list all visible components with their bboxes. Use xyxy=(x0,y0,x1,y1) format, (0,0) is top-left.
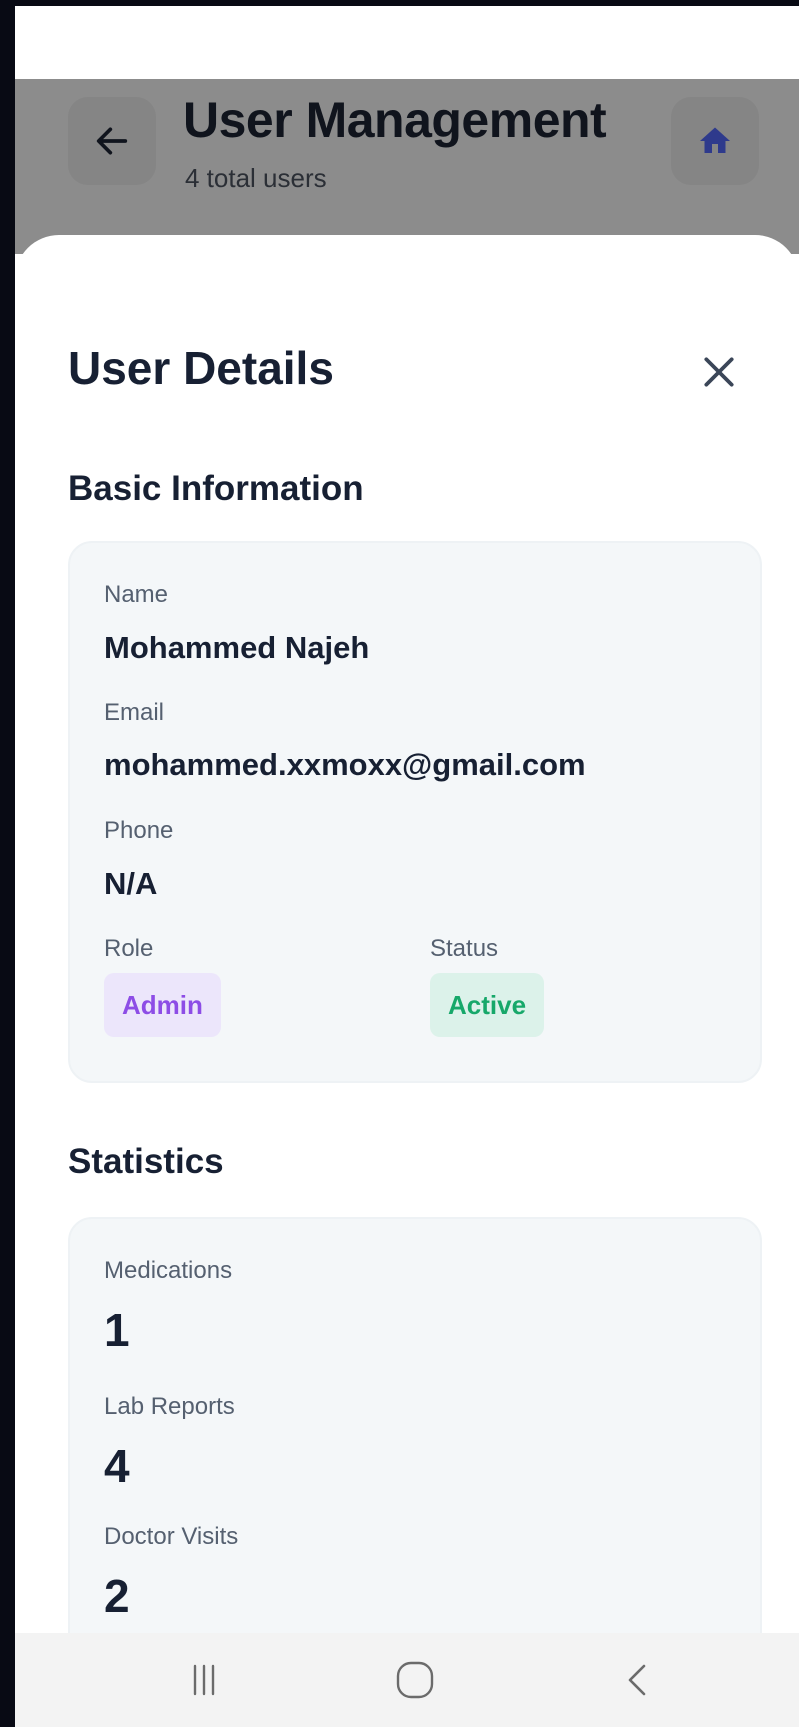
status-bar xyxy=(15,6,799,79)
medications-label: Medications xyxy=(104,1257,233,1284)
home-icon xyxy=(700,127,730,153)
home-circle-icon xyxy=(396,1661,434,1699)
device-screen: User Management 4 total users User Detai… xyxy=(15,6,799,1727)
back-button[interactable] xyxy=(68,97,156,185)
recent-apps-icon xyxy=(193,1664,215,1696)
name-value: Mohammed Najeh xyxy=(104,630,370,665)
statistics-card: Medications 1 Lab Reports 4 Doctor Visit… xyxy=(68,1217,762,1677)
user-count: 4 total users xyxy=(185,163,327,193)
name-label: Name xyxy=(104,581,169,608)
sheet-title: User Details xyxy=(68,342,334,394)
basic-information-card: Name Mohammed Najeh Email mohammed.xxmox… xyxy=(68,541,762,1083)
basic-information-heading: Basic Information xyxy=(68,469,364,508)
system-home-button[interactable] xyxy=(385,1655,445,1705)
role-badge: Admin xyxy=(104,973,221,1037)
lab-reports-label: Lab Reports xyxy=(104,1393,235,1420)
close-icon xyxy=(704,357,734,387)
system-back-button[interactable] xyxy=(608,1655,668,1705)
user-details-sheet: User Details Basic Information Name Moha… xyxy=(15,235,799,1677)
medications-count: 1 xyxy=(104,1304,130,1356)
doctor-visits-label: Doctor Visits xyxy=(104,1523,239,1550)
status-label: Status xyxy=(430,935,499,962)
lab-reports-count: 4 xyxy=(104,1440,130,1492)
doctor-visits-count: 2 xyxy=(104,1570,130,1622)
status-badge: Active xyxy=(430,973,545,1037)
close-button[interactable] xyxy=(697,350,741,394)
email-label: Email xyxy=(104,699,165,726)
system-navigation-bar xyxy=(15,1633,799,1727)
phone-label: Phone xyxy=(104,817,174,844)
back-chevron-icon xyxy=(628,1664,646,1696)
statistics-heading: Statistics xyxy=(68,1142,224,1181)
app-header: User Management 4 total users xyxy=(15,79,799,254)
email-value: mohammed.xxmoxx@gmail.com xyxy=(104,747,586,782)
page-title: User Management xyxy=(183,92,607,148)
arrow-left-icon xyxy=(96,127,128,155)
role-label: Role xyxy=(104,935,154,962)
recent-apps-button[interactable] xyxy=(174,1655,234,1705)
home-button[interactable] xyxy=(671,97,759,185)
phone-value: N/A xyxy=(104,866,158,901)
